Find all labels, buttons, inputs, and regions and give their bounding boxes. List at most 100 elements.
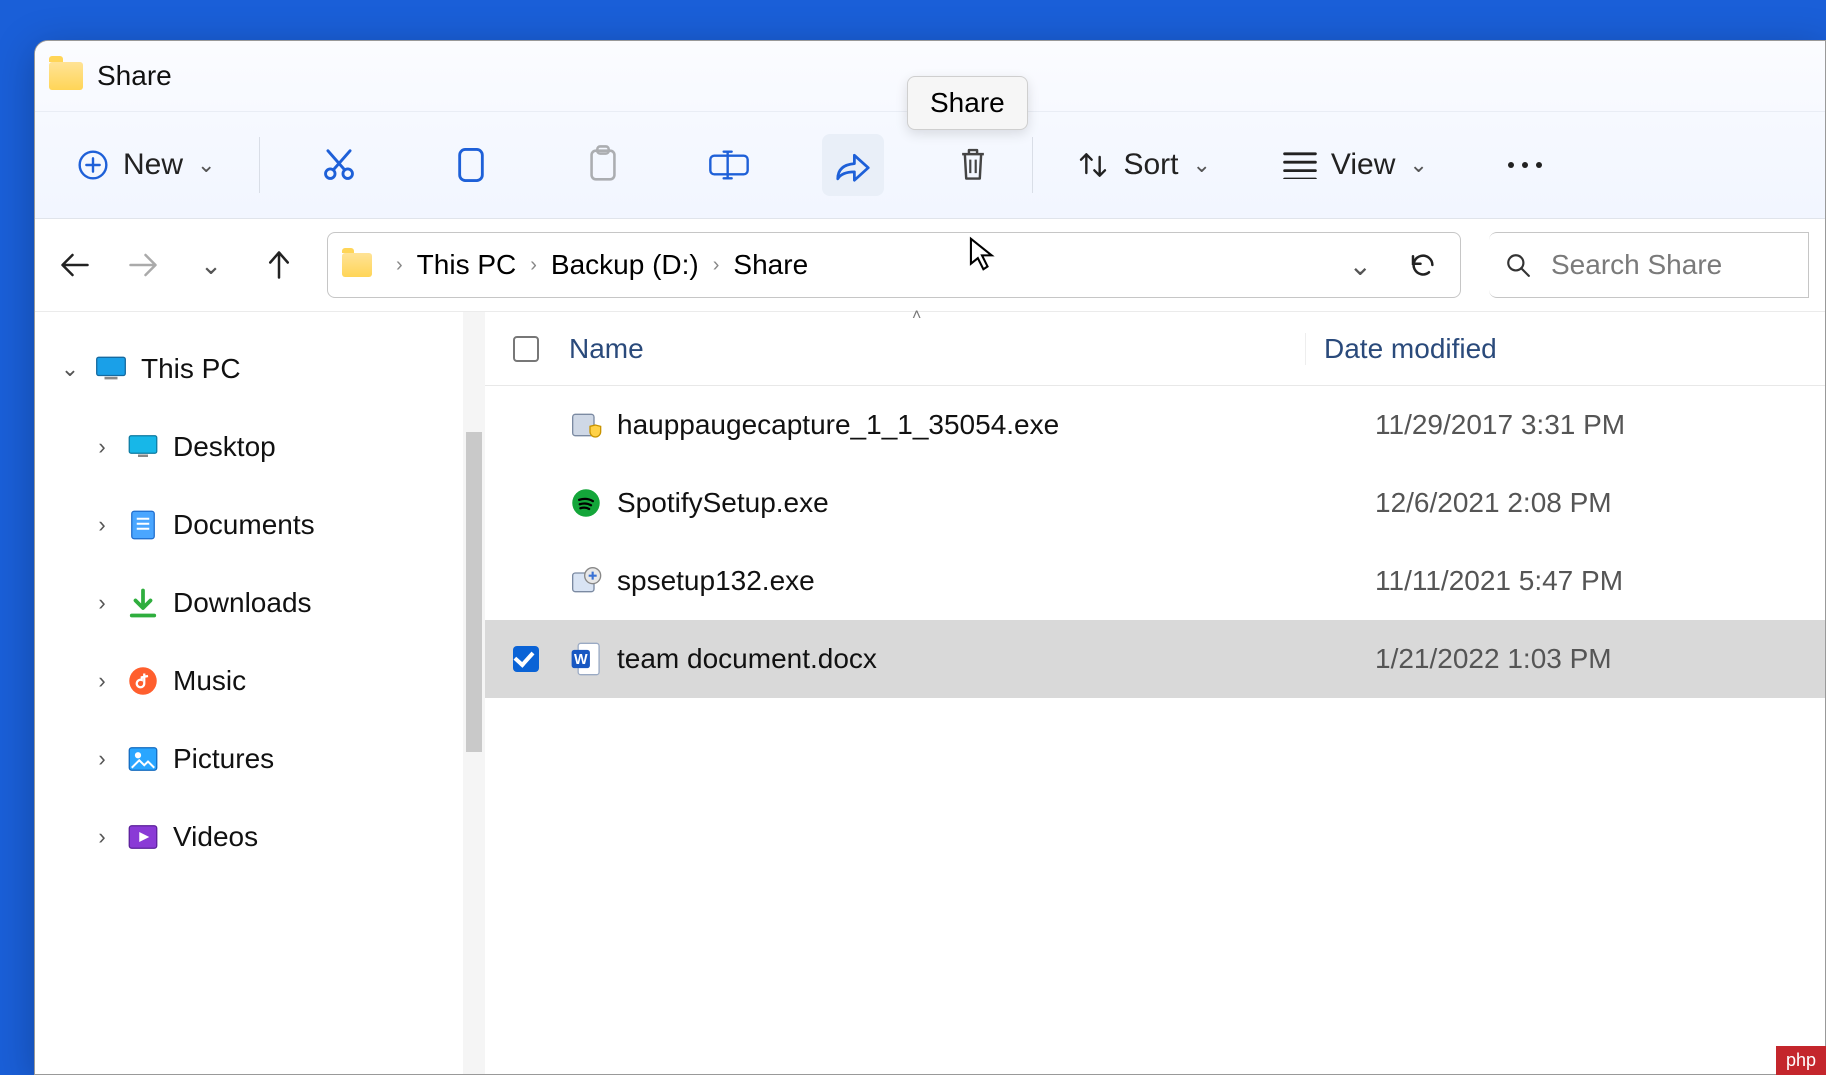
chevron-down-icon: ⌄ bbox=[1409, 152, 1427, 178]
refresh-button[interactable] bbox=[1396, 250, 1450, 280]
sort-label: Sort bbox=[1123, 148, 1178, 182]
sidebar-item-label: Downloads bbox=[173, 587, 312, 619]
chevron-right-icon[interactable]: › bbox=[85, 434, 119, 460]
file-icon bbox=[569, 408, 603, 442]
videos-icon bbox=[125, 822, 161, 852]
column-header-name[interactable]: Name bbox=[485, 333, 1305, 365]
search-icon bbox=[1505, 252, 1531, 278]
file-name: SpotifySetup.exe bbox=[617, 487, 1357, 519]
view-icon bbox=[1283, 151, 1317, 179]
paste-button[interactable] bbox=[572, 134, 634, 196]
chevron-right-icon: › bbox=[516, 254, 551, 277]
window-title: Share bbox=[97, 60, 172, 92]
scissors-icon bbox=[320, 146, 358, 184]
documents-icon bbox=[125, 510, 161, 540]
sidebar-item-label: Videos bbox=[173, 821, 258, 853]
file-name: hauppaugecapture_1_1_35054.exe bbox=[617, 409, 1357, 441]
chevron-right-icon: › bbox=[699, 254, 734, 277]
chevron-down-icon: ⌄ bbox=[1192, 152, 1210, 178]
ellipsis-icon bbox=[1505, 159, 1545, 171]
copy-button[interactable] bbox=[440, 134, 502, 196]
file-icon bbox=[569, 486, 603, 520]
view-label: View bbox=[1331, 148, 1395, 182]
chevron-right-icon[interactable]: › bbox=[85, 746, 119, 772]
cut-button[interactable] bbox=[308, 134, 370, 196]
breadcrumb-item[interactable]: This PC bbox=[417, 249, 517, 281]
sidebar-item-downloads[interactable]: › Downloads bbox=[35, 564, 485, 642]
chevron-right-icon[interactable]: › bbox=[85, 824, 119, 850]
file-row[interactable]: hauppaugecapture_1_1_35054.exe11/29/2017… bbox=[485, 386, 1825, 464]
explorer-window: Share Share New ⌄ bbox=[34, 40, 1826, 1075]
file-row[interactable]: SpotifySetup.exe12/6/2021 2:08 PM bbox=[485, 464, 1825, 542]
plus-circle-icon bbox=[77, 149, 109, 181]
clipboard-icon bbox=[585, 145, 621, 185]
search-input[interactable]: Search Share bbox=[1489, 232, 1809, 298]
folder-icon bbox=[342, 253, 372, 277]
share-button[interactable] bbox=[822, 134, 884, 196]
sidebar-item-this-pc[interactable]: ⌄ This PC bbox=[35, 330, 485, 408]
column-label: Date modified bbox=[1324, 333, 1497, 364]
share-icon bbox=[833, 147, 873, 183]
file-list: ˄ Name Date modified hauppaugecapture_1_… bbox=[485, 312, 1825, 1074]
chevron-down-icon[interactable]: ⌄ bbox=[53, 356, 87, 382]
svg-text:W: W bbox=[574, 652, 588, 668]
new-button[interactable]: New ⌄ bbox=[61, 134, 231, 196]
sidebar-item-label: Desktop bbox=[173, 431, 276, 463]
sidebar-item-label: Music bbox=[173, 665, 246, 697]
file-icon bbox=[569, 564, 603, 598]
delete-button[interactable] bbox=[942, 134, 1004, 196]
desktop-icon bbox=[125, 432, 161, 462]
rename-icon bbox=[709, 148, 749, 182]
nav-row: ⌄ › This PC › Backup (D:) › Share ⌄ bbox=[35, 219, 1825, 311]
sidebar-item-documents[interactable]: › Documents bbox=[35, 486, 485, 564]
back-button[interactable] bbox=[55, 245, 95, 285]
forward-button[interactable] bbox=[123, 245, 163, 285]
file-row[interactable]: spsetup132.exe11/11/2021 5:47 PM bbox=[485, 542, 1825, 620]
separator bbox=[1032, 137, 1033, 193]
row-checkbox[interactable] bbox=[513, 646, 539, 672]
column-headers: ˄ Name Date modified bbox=[485, 312, 1825, 386]
chevron-right-icon: › bbox=[382, 254, 417, 277]
share-tooltip: Share bbox=[907, 76, 1028, 130]
arrow-right-icon bbox=[128, 252, 158, 278]
search-placeholder: Search Share bbox=[1551, 249, 1722, 281]
sidebar-item-desktop[interactable]: › Desktop bbox=[35, 408, 485, 486]
chevron-down-icon: ⌄ bbox=[1349, 250, 1372, 281]
column-header-date[interactable]: Date modified bbox=[1305, 333, 1825, 365]
file-row[interactable]: Wteam document.docx1/21/2022 1:03 PM bbox=[485, 620, 1825, 698]
address-bar[interactable]: › This PC › Backup (D:) › Share ⌄ bbox=[327, 232, 1461, 298]
view-button[interactable]: View ⌄ bbox=[1267, 134, 1444, 196]
toolbar: Share New ⌄ bbox=[35, 111, 1825, 219]
scrollbar-thumb[interactable] bbox=[466, 432, 482, 752]
sort-icon bbox=[1077, 149, 1109, 181]
chevron-right-icon[interactable]: › bbox=[85, 668, 119, 694]
address-dropdown[interactable]: ⌄ bbox=[1325, 249, 1396, 282]
chevron-right-icon[interactable]: › bbox=[85, 590, 119, 616]
history-dropdown[interactable]: ⌄ bbox=[191, 245, 231, 285]
sidebar: ⌄ This PC › Desktop › Documents bbox=[35, 312, 485, 1074]
select-all-checkbox[interactable] bbox=[513, 336, 539, 362]
sidebar-scrollbar[interactable] bbox=[463, 312, 485, 1074]
separator bbox=[259, 137, 260, 193]
rename-button[interactable] bbox=[698, 134, 760, 196]
file-name: spsetup132.exe bbox=[617, 565, 1357, 597]
new-label: New bbox=[123, 148, 183, 182]
pictures-icon bbox=[125, 744, 161, 774]
sidebar-item-videos[interactable]: › Videos bbox=[35, 798, 485, 876]
content-area: ⌄ This PC › Desktop › Documents bbox=[35, 311, 1825, 1074]
chevron-down-icon: ⌄ bbox=[197, 152, 215, 178]
file-name: team document.docx bbox=[617, 643, 1357, 675]
breadcrumb-item[interactable]: Backup (D:) bbox=[551, 249, 699, 281]
sort-button[interactable]: Sort ⌄ bbox=[1061, 134, 1226, 196]
more-button[interactable] bbox=[1494, 134, 1556, 196]
sort-indicator-icon: ˄ bbox=[912, 307, 921, 325]
sidebar-item-label: Pictures bbox=[173, 743, 274, 775]
sidebar-item-music[interactable]: › Music bbox=[35, 642, 485, 720]
folder-icon bbox=[49, 62, 83, 90]
up-button[interactable] bbox=[259, 245, 299, 285]
breadcrumb-item[interactable]: Share bbox=[733, 249, 808, 281]
copy-icon bbox=[454, 145, 488, 185]
sidebar-item-pictures[interactable]: › Pictures bbox=[35, 720, 485, 798]
chevron-right-icon[interactable]: › bbox=[85, 512, 119, 538]
music-icon bbox=[125, 666, 161, 696]
